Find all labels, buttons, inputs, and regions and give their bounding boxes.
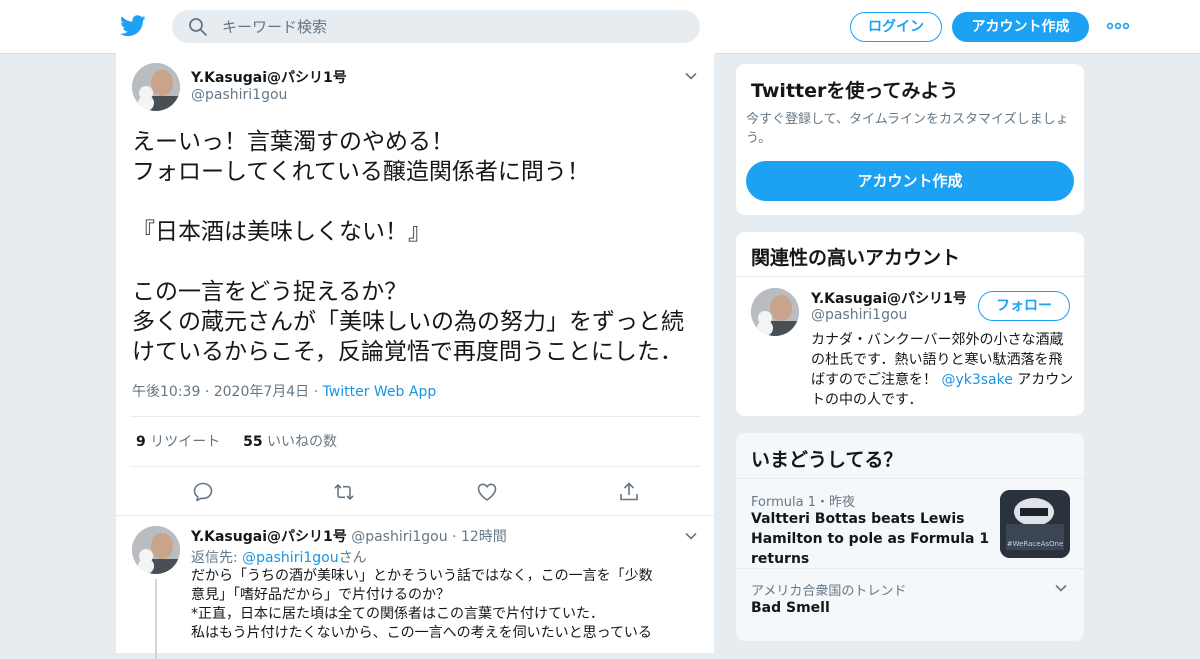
top-bar: ログイン アカウント作成 xyxy=(0,0,1200,54)
tweet-line: けているからこそ，反論覚悟で再度問うことにした． xyxy=(132,339,683,365)
bio-mention-link[interactable]: @yk3sake xyxy=(941,372,1012,388)
related-card-title: 関連性の高いアカウント xyxy=(751,247,961,269)
reply-line: だから「うちの酒が美味い」とかそういう話ではなく，この一言を「少数 xyxy=(191,568,653,584)
tweet-date[interactable]: 2020年7月4日 xyxy=(214,384,309,400)
signup-card-title: Twitterを使ってみよう xyxy=(751,80,959,102)
chevron-down-icon[interactable] xyxy=(684,529,698,543)
related-account-bio: カナダ・バンクーバー郊外の小さな酒蔵の杜氏です．熱い語りと寒い駄洒落を飛ばすので… xyxy=(811,330,1076,410)
signup-card: Twitterを使ってみよう 今すぐ登録して、タイムラインをカスタマイズしましょ… xyxy=(735,63,1085,216)
tweet-source-link[interactable]: Twitter Web App xyxy=(323,384,437,400)
twitter-logo-icon[interactable] xyxy=(120,14,146,38)
like-icon[interactable] xyxy=(476,481,498,503)
related-account-handle[interactable]: @pashiri1gou xyxy=(811,307,907,323)
reply-line: 私はもう片付けたくないから、この一言への考えを伺いたいと思っている xyxy=(191,625,652,641)
tweet-line: 『日本酒は美味しくない！』 xyxy=(132,219,431,245)
tweet-metadata: 午後10:39 · 2020年7月4日 · Twitter Web App xyxy=(132,381,436,401)
avatar-image xyxy=(132,63,180,111)
trend-title[interactable]: Bad Smell xyxy=(751,598,830,618)
trend-thumbnail[interactable]: #WeRaceAsOne xyxy=(1000,490,1070,558)
meta-separator: · xyxy=(204,384,214,400)
tweet-line: この一言をどう捉えるか？ xyxy=(132,279,408,305)
reply-icon[interactable] xyxy=(192,481,214,503)
tweet-column: Y.Kasugai@パシリ1号 @pashiri1gou えーいっ！言葉濁すのや… xyxy=(115,53,715,659)
chevron-down-icon[interactable] xyxy=(1054,581,1068,595)
retweet-stat[interactable]: 9 リツイート xyxy=(136,434,220,450)
related-account-name[interactable]: Y.Kasugai@パシリ1号 xyxy=(811,288,967,308)
meta-separator: · xyxy=(313,384,323,400)
author-name[interactable]: Y.Kasugai@パシリ1号 xyxy=(191,67,347,87)
reply-avatar[interactable] xyxy=(132,526,180,574)
trend-context: Formula 1・昨夜 xyxy=(751,495,855,510)
thumbnail-hashtag: #WeRaceAsOne xyxy=(1007,540,1064,548)
tweet-line: 多くの蔵元さんが「美味しいの為の努力」をずっと続 xyxy=(132,309,684,335)
divider xyxy=(736,478,1084,479)
signup-card-button[interactable]: アカウント作成 xyxy=(746,161,1074,201)
author-handle[interactable]: @pashiri1gou xyxy=(191,87,287,103)
search-input[interactable] xyxy=(222,10,682,43)
divider xyxy=(736,276,1084,277)
meta-separator: · xyxy=(452,529,457,545)
tweet-line: フォローしてくれている醸造関係者に問う！ xyxy=(132,159,590,185)
search-icon xyxy=(189,18,207,36)
reply-to: 返信先: @pashiri1gouさん xyxy=(191,547,367,567)
reply-line: *正直，日本に居た頃は全ての関係者はこの言葉で片付けていた． xyxy=(191,606,604,622)
signup-card-description: 今すぐ登録して、タイムラインをカスタマイズしましょう。 xyxy=(746,112,1069,146)
reply-author-name[interactable]: Y.Kasugai@パシリ1号 xyxy=(191,529,347,545)
chevron-down-icon[interactable] xyxy=(684,69,698,83)
reply-author-handle[interactable]: @pashiri1gou xyxy=(351,529,447,545)
more-icon[interactable] xyxy=(1106,18,1130,34)
reply-header: Y.Kasugai@パシリ1号 @pashiri1gou · 12時間 xyxy=(191,526,507,546)
avatar[interactable] xyxy=(132,63,180,111)
signup-button[interactable]: アカウント作成 xyxy=(952,12,1089,42)
divider xyxy=(130,416,700,417)
related-avatar[interactable] xyxy=(751,288,799,336)
trend-context: アメリカ合衆国のトレンド xyxy=(751,584,907,599)
trends-card-title: いまどうしてる？ xyxy=(751,449,903,471)
follow-button[interactable]: フォロー xyxy=(978,291,1070,321)
trends-card: いまどうしてる？ Formula 1・昨夜 Valtteri Bottas be… xyxy=(735,432,1085,642)
tweet-stats: 9 リツイート 55 いいねの数 xyxy=(136,431,337,451)
avatar-image xyxy=(751,288,799,336)
search-box[interactable] xyxy=(172,10,700,43)
reply-to-prefix: 返信先: xyxy=(191,550,243,566)
reply-to-suffix: さん xyxy=(338,550,367,566)
retweet-icon[interactable] xyxy=(333,481,355,503)
reply-text: だから「うちの酒が美味い」とかそういう話ではなく，この一言を「少数 意見」「嗜好… xyxy=(191,567,701,643)
trend-thumbnail-image: #WeRaceAsOne xyxy=(1000,490,1070,558)
tweet-line xyxy=(132,247,707,277)
reply-to-handle[interactable]: @pashiri1gou xyxy=(242,550,338,566)
reply-age[interactable]: 12時間 xyxy=(461,529,507,545)
divider xyxy=(116,515,714,516)
tweet-time[interactable]: 午後10:39 xyxy=(132,384,200,400)
like-stat[interactable]: 55 いいねの数 xyxy=(243,434,337,450)
trend-title[interactable]: Valtteri Bottas beats Lewis Hamilton to … xyxy=(751,509,996,569)
tweet-line xyxy=(132,187,707,217)
login-button[interactable]: ログイン xyxy=(850,12,942,42)
thread-line xyxy=(155,579,157,659)
divider xyxy=(130,466,700,467)
divider xyxy=(736,568,1084,569)
tweet-text: えーいっ！言葉濁すのやめる！ フォローしてくれている醸造関係者に問う！ 『日本酒… xyxy=(132,127,707,367)
share-icon[interactable] xyxy=(618,481,640,503)
avatar-image xyxy=(132,526,180,574)
tweet-line: えーいっ！言葉濁すのやめる！ xyxy=(132,129,454,155)
related-accounts-card: 関連性の高いアカウント Y.Kasugai@パシリ1号 @pashiri1gou… xyxy=(735,231,1085,417)
reply-line: 意見」「嗜好品だから」で片付けるのか？ xyxy=(191,587,450,603)
